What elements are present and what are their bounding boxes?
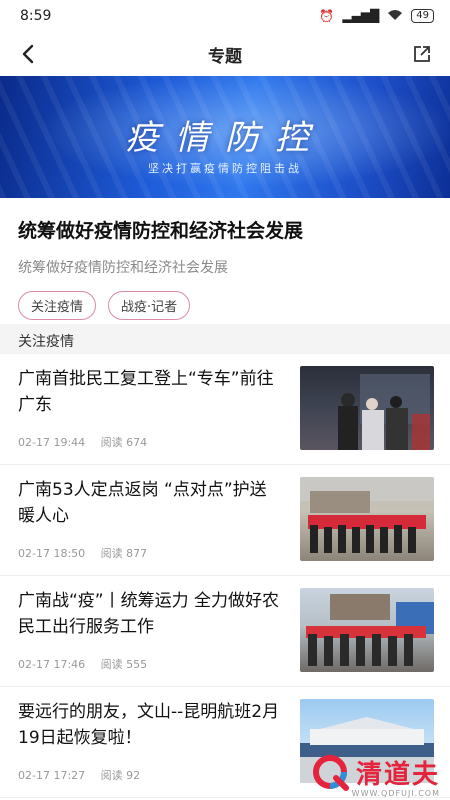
news-title: 广南53人定点返岗 “点对点”护送暖人心 xyxy=(18,480,267,526)
alarm-icon: ⏰ xyxy=(319,9,335,23)
news-thumbnail xyxy=(300,588,434,672)
news-title: 广南首批民工复工登上“专车”前往广东 xyxy=(18,369,274,415)
signal-icon: ▂▄▆█ xyxy=(342,9,380,23)
status-bar: 8:59 ⏰ ▂▄▆█ 49 xyxy=(0,0,450,32)
topic-tags: 关注疫情 战疫·记者 xyxy=(18,291,432,320)
page-title: 专题 xyxy=(208,46,242,67)
news-item[interactable]: 广南首批民工复工登上“专车”前往广东 02-17 19:44 阅读 674 xyxy=(0,354,450,465)
topic-header: 统筹做好疫情防控和经济社会发展 统筹做好疫情防控和经济社会发展 关注疫情 战疫·… xyxy=(0,198,450,320)
news-title: 要远行的朋友，文山--昆明航班2月19日起恢复啦！ xyxy=(18,702,280,748)
news-date: 02-17 17:46 xyxy=(18,658,86,671)
news-reads: 阅读 92 xyxy=(100,769,141,782)
share-icon xyxy=(414,46,430,62)
news-meta: 02-17 17:46 阅读 555 xyxy=(18,656,147,672)
news-date: 02-17 19:44 xyxy=(18,436,86,449)
banner-title: 疫情防控 xyxy=(125,118,325,158)
news-list: 广南首批民工复工登上“专车”前往广东 02-17 19:44 阅读 674 广南… xyxy=(0,354,450,798)
news-thumbnail xyxy=(300,366,434,450)
status-icons: ⏰ ▂▄▆█ 49 xyxy=(319,9,434,24)
news-meta: 02-17 17:27 阅读 92 xyxy=(18,767,140,783)
topic-description: 统筹做好疫情防控和经济社会发展 xyxy=(18,260,228,276)
tag-chip[interactable]: 关注疫情 xyxy=(18,291,97,320)
watermark-logo: 清道夫 WWW.QDFUJI.COM xyxy=(310,752,440,798)
watermark-text: 清道夫 xyxy=(355,759,440,790)
news-title: 广南战“疫”丨统筹运力 全力做好农民工出行服务工作 xyxy=(18,591,280,637)
news-reads: 阅读 555 xyxy=(100,658,148,671)
status-time: 8:59 xyxy=(20,8,52,24)
news-thumbnail xyxy=(300,477,434,561)
news-meta: 02-17 19:44 阅读 674 xyxy=(18,434,147,450)
battery-icon: 49 xyxy=(411,9,434,23)
topic-banner: 疫情防控 坚决打赢疫情防控阻击战 xyxy=(0,76,450,198)
news-meta: 02-17 18:50 阅读 877 xyxy=(18,545,147,561)
topic-title: 统筹做好疫情防控和经济社会发展 xyxy=(18,220,304,242)
news-date: 02-17 18:50 xyxy=(18,547,86,560)
share-button[interactable] xyxy=(408,40,436,68)
chevron-left-icon xyxy=(22,44,34,64)
wifi-icon xyxy=(387,9,403,24)
news-item[interactable]: 广南53人定点返岗 “点对点”护送暖人心 02-17 18:50 阅读 877 xyxy=(0,465,450,576)
banner-subtitle: 坚决打赢疫情防控阻击战 xyxy=(148,162,302,175)
news-reads: 阅读 674 xyxy=(100,436,148,449)
logo-icon xyxy=(312,755,349,791)
section-header: 关注疫情 xyxy=(0,324,450,354)
watermark-url: WWW.QDFUJI.COM xyxy=(351,789,440,798)
back-button[interactable] xyxy=(14,40,42,68)
nav-bar: 专题 xyxy=(0,32,450,76)
news-reads: 阅读 877 xyxy=(100,547,148,560)
news-item[interactable]: 广南战“疫”丨统筹运力 全力做好农民工出行服务工作 02-17 17:46 阅读… xyxy=(0,576,450,687)
news-date: 02-17 17:27 xyxy=(18,769,86,782)
tag-chip[interactable]: 战疫·记者 xyxy=(108,291,191,320)
